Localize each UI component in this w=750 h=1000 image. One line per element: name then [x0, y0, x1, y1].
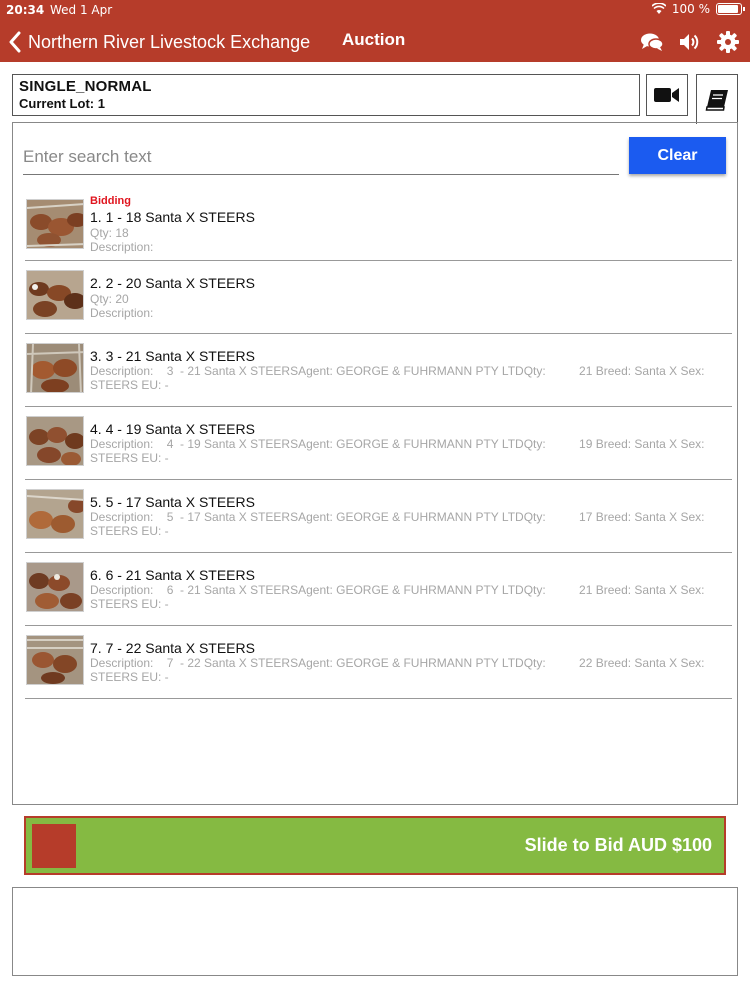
lot-description: Description: 7 - 22 Santa X STEERSAgent:…	[90, 656, 705, 684]
lot-title: 5. 5 - 17 Santa X STEERS	[90, 494, 255, 510]
chevron-left-icon	[9, 31, 21, 53]
gear-icon[interactable]	[716, 30, 740, 54]
bidding-badge: Bidding	[90, 195, 131, 207]
lot-meta: Qty: 20 Description:	[90, 292, 153, 320]
back-label: Northern River Livestock Exchange	[28, 32, 311, 52]
message-box	[12, 887, 738, 976]
back-button[interactable]: Northern River Livestock Exchange	[8, 28, 310, 56]
current-lot-label: Current Lot: 1	[19, 96, 105, 111]
video-button[interactable]	[646, 74, 688, 116]
lot-description: Description: 4 - 19 Santa X STEERSAgent:…	[90, 437, 705, 465]
lot-title: 1. 1 - 18 Santa X STEERS	[90, 209, 255, 225]
clear-button[interactable]: Clear	[629, 137, 726, 174]
top-bar: 20:34 Wed 1 Apr 100 % Northern River Liv…	[0, 0, 750, 62]
lot-description: Description:	[90, 240, 154, 254]
lot-thumbnail	[26, 416, 84, 466]
nav-actions	[640, 30, 740, 54]
nav-bar: Northern River Livestock Exchange Auctio…	[0, 24, 750, 60]
lot-thumbnail	[26, 562, 84, 612]
lot-list-panel: Enter search text Clear Bidding 1. 1 - 1…	[12, 122, 738, 805]
lot-item[interactable]: 3. 3 - 21 Santa X STEERS Description: 3 …	[25, 334, 732, 407]
slide-to-bid-track[interactable]: Slide to Bid AUD $100	[24, 816, 726, 875]
speaker-icon[interactable]	[678, 30, 702, 54]
slide-to-bid-label: Slide to Bid AUD $100	[524, 835, 712, 855]
status-time: 20:34	[6, 3, 45, 17]
lot-item[interactable]: 6. 6 - 21 Santa X STEERS Description: 6 …	[25, 553, 732, 626]
catalogue-button[interactable]	[696, 74, 738, 124]
status-date: Wed 1 Apr	[50, 3, 113, 17]
status-right: 100 %	[651, 2, 745, 16]
lot-description: Description: 6 - 21 Santa X STEERSAgent:…	[90, 583, 705, 611]
book-icon	[705, 89, 728, 111]
lot-title: 4. 4 - 19 Santa X STEERS	[90, 421, 255, 437]
wifi-icon	[651, 3, 666, 14]
lot-item[interactable]: 7. 7 - 22 Santa X STEERS Description: 7 …	[25, 626, 732, 699]
lot-title: 2. 2 - 20 Santa X STEERS	[90, 275, 255, 291]
lot-thumbnail	[26, 343, 84, 393]
lot-description: Description:	[90, 306, 154, 320]
lot-thumbnail	[26, 635, 84, 685]
status-bar: 20:34 Wed 1 Apr 100 %	[0, 0, 750, 20]
lot-item[interactable]: Bidding 1. 1 - 18 Santa X STEERS Qty: 18…	[25, 190, 732, 261]
lot-title: 3. 3 - 21 Santa X STEERS	[90, 348, 255, 364]
lot-title: 6. 6 - 21 Santa X STEERS	[90, 567, 255, 583]
lot-qty: Qty: 18	[90, 226, 129, 240]
lot-list: Bidding 1. 1 - 18 Santa X STEERS Qty: 18…	[25, 190, 732, 699]
auction-mode: SINGLE_NORMAL	[19, 78, 152, 95]
lot-title: 7. 7 - 22 Santa X STEERS	[90, 640, 255, 656]
lot-thumbnail	[26, 199, 84, 249]
lot-item[interactable]: 5. 5 - 17 Santa X STEERS Description: 5 …	[25, 480, 732, 553]
lot-qty: Qty: 20	[90, 292, 129, 306]
battery-percent: 100 %	[671, 2, 710, 16]
lot-item[interactable]: 2. 2 - 20 Santa X STEERS Qty: 20 Descrip…	[25, 261, 732, 334]
battery-icon	[716, 3, 745, 15]
search-input[interactable]: Enter search text	[23, 143, 619, 175]
current-lot-box: SINGLE_NORMAL Current Lot: 1	[12, 74, 640, 116]
lot-description: Description: 3 - 21 Santa X STEERSAgent:…	[90, 364, 705, 392]
lot-thumbnail	[26, 270, 84, 320]
chat-icon[interactable]	[640, 30, 664, 54]
lot-item[interactable]: 4. 4 - 19 Santa X STEERS Description: 4 …	[25, 407, 732, 480]
slide-to-bid-handle[interactable]	[32, 824, 76, 868]
lot-thumbnail	[26, 489, 84, 539]
lot-meta: Qty: 18 Description:	[90, 226, 153, 254]
page-title: Auction	[342, 30, 406, 49]
lot-description: Description: 5 - 17 Santa X STEERSAgent:…	[90, 510, 705, 538]
video-camera-icon	[654, 88, 679, 102]
